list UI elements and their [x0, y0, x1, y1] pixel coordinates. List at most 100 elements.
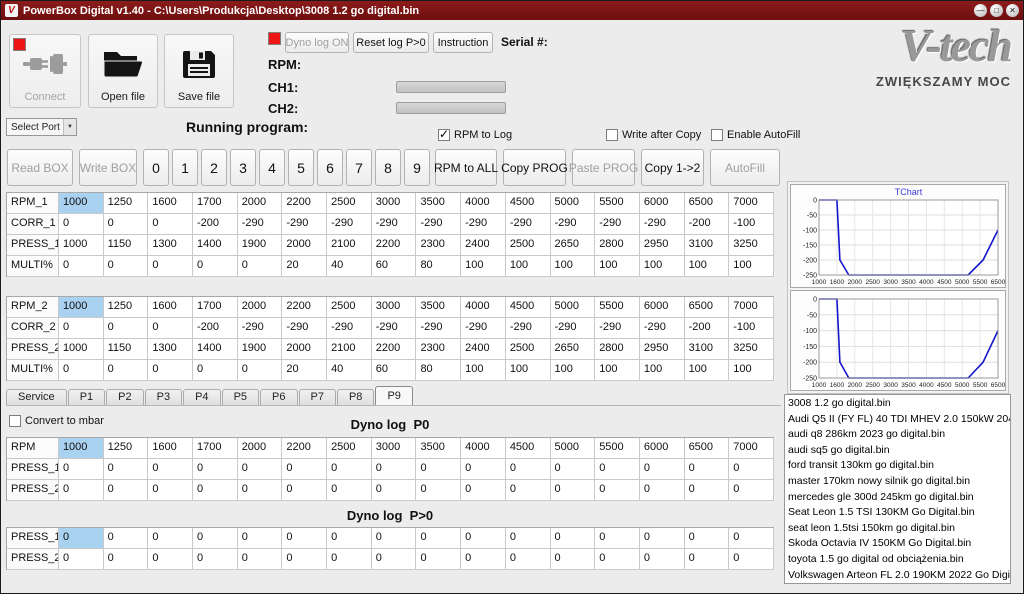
cell-PRESS_2-14[interactable]: 0 — [685, 480, 730, 501]
cell-PRESS_2-8[interactable]: 0 — [416, 480, 461, 501]
copy-prog-button[interactable]: Copy PROG — [503, 149, 566, 186]
cell-PRESS_1-5[interactable]: 0 — [282, 459, 327, 480]
copy-1-2-button[interactable]: Copy 1->2 — [641, 149, 704, 186]
cell-MULTI%-3[interactable]: 0 — [193, 360, 238, 381]
digit-button-1[interactable]: 1 — [172, 149, 198, 186]
cell-MULTI%-14[interactable]: 100 — [685, 256, 730, 277]
tab-p1[interactable]: P1 — [68, 389, 105, 405]
cell-PRESS_2-8[interactable]: 0 — [416, 549, 461, 570]
cell-PRESS_1-7[interactable]: 0 — [372, 459, 417, 480]
cell-RPM_2-0[interactable]: 1000 — [59, 297, 104, 318]
cell-RPM_1-12[interactable]: 5500 — [595, 193, 640, 214]
cell-MULTI%-1[interactable]: 0 — [104, 360, 149, 381]
cell-PRESS_1-11[interactable]: 0 — [551, 459, 596, 480]
digit-button-6[interactable]: 6 — [317, 149, 343, 186]
cell-CORR_1-5[interactable]: -290 — [282, 214, 327, 235]
cell-PRESS_2-13[interactable]: 2950 — [640, 339, 685, 360]
cell-RPM_1-4[interactable]: 2000 — [238, 193, 283, 214]
enable-autofill-checkbox[interactable]: Enable AutoFill — [711, 129, 800, 141]
file-list-item[interactable]: Seat Leon 1.5 TSI 130KM Go Digital.bin — [785, 505, 1010, 521]
cell-MULTI%-2[interactable]: 0 — [148, 256, 193, 277]
maximize-button[interactable]: □ — [990, 4, 1003, 17]
cell-CORR_1-1[interactable]: 0 — [104, 214, 149, 235]
write-after-copy-checkbox[interactable]: Write after Copy — [606, 129, 701, 141]
cell-CORR_1-8[interactable]: -290 — [416, 214, 461, 235]
cell-PRESS_1-2[interactable]: 1300 — [148, 235, 193, 256]
cell-PRESS_2-14[interactable]: 3100 — [685, 339, 730, 360]
cell-PRESS_2-2[interactable]: 0 — [148, 549, 193, 570]
cell-RPM_2-14[interactable]: 6500 — [685, 297, 730, 318]
cell-CORR_2-10[interactable]: -290 — [506, 318, 551, 339]
cell-PRESS_2-12[interactable]: 2800 — [595, 339, 640, 360]
cell-CORR_1-13[interactable]: -290 — [640, 214, 685, 235]
cell-CORR_2-7[interactable]: -290 — [372, 318, 417, 339]
cell-CORR_1-11[interactable]: -290 — [551, 214, 596, 235]
cell-CORR_2-1[interactable]: 0 — [104, 318, 149, 339]
cell-PRESS_2-6[interactable]: 0 — [327, 480, 372, 501]
cell-PRESS_1-10[interactable]: 0 — [506, 528, 551, 549]
digit-button-9[interactable]: 9 — [404, 149, 430, 186]
cell-RPM-1[interactable]: 1250 — [104, 438, 149, 459]
cell-RPM_1-10[interactable]: 4500 — [506, 193, 551, 214]
file-list-item[interactable]: mercedes gle 300d 245km go digital.bin — [785, 490, 1010, 506]
digit-button-8[interactable]: 8 — [375, 149, 401, 186]
cell-PRESS_2-2[interactable]: 1300 — [148, 339, 193, 360]
cell-PRESS_2-1[interactable]: 0 — [104, 549, 149, 570]
connect-button[interactable]: Connect — [9, 34, 81, 108]
cell-PRESS_2-14[interactable]: 0 — [685, 549, 730, 570]
cell-PRESS_2-9[interactable]: 2400 — [461, 339, 506, 360]
cell-PRESS_1-4[interactable]: 1900 — [238, 235, 283, 256]
cell-CORR_1-14[interactable]: -200 — [685, 214, 730, 235]
cell-PRESS_2-3[interactable]: 0 — [193, 549, 238, 570]
cell-PRESS_1-6[interactable]: 2100 — [327, 235, 372, 256]
cell-MULTI%-5[interactable]: 20 — [282, 360, 327, 381]
close-button[interactable]: ✕ — [1006, 4, 1019, 17]
minimize-button[interactable]: — — [974, 4, 987, 17]
cell-CORR_2-12[interactable]: -290 — [595, 318, 640, 339]
cell-PRESS_2-5[interactable]: 0 — [282, 549, 327, 570]
cell-CORR_1-6[interactable]: -290 — [327, 214, 372, 235]
cell-CORR_1-9[interactable]: -290 — [461, 214, 506, 235]
cell-MULTI%-3[interactable]: 0 — [193, 256, 238, 277]
digit-button-5[interactable]: 5 — [288, 149, 314, 186]
cell-MULTI%-11[interactable]: 100 — [551, 360, 596, 381]
cell-RPM-0[interactable]: 1000 — [59, 438, 104, 459]
cell-MULTI%-8[interactable]: 80 — [416, 360, 461, 381]
cell-RPM_1-3[interactable]: 1700 — [193, 193, 238, 214]
rpm-to-all-button[interactable]: RPM to ALL — [435, 149, 497, 186]
tab-p2[interactable]: P2 — [106, 389, 143, 405]
cell-PRESS_1-10[interactable]: 2500 — [506, 235, 551, 256]
cell-PRESS_2-1[interactable]: 1150 — [104, 339, 149, 360]
cell-MULTI%-9[interactable]: 100 — [461, 360, 506, 381]
cell-PRESS_1-6[interactable]: 0 — [327, 459, 372, 480]
cell-MULTI%-2[interactable]: 0 — [148, 360, 193, 381]
cell-PRESS_2-3[interactable]: 1400 — [193, 339, 238, 360]
cell-PRESS_1-0[interactable]: 1000 — [59, 235, 104, 256]
cell-PRESS_1-7[interactable]: 2200 — [372, 235, 417, 256]
cell-RPM_2-2[interactable]: 1600 — [148, 297, 193, 318]
digit-button-3[interactable]: 3 — [230, 149, 256, 186]
cell-PRESS_2-15[interactable]: 0 — [729, 480, 774, 501]
cell-PRESS_2-0[interactable]: 1000 — [59, 339, 104, 360]
cell-PRESS_2-8[interactable]: 2300 — [416, 339, 461, 360]
cell-PRESS_1-1[interactable]: 1150 — [104, 235, 149, 256]
cell-PRESS_2-15[interactable]: 0 — [729, 549, 774, 570]
cell-RPM_2-3[interactable]: 1700 — [193, 297, 238, 318]
cell-PRESS_1-11[interactable]: 0 — [551, 528, 596, 549]
cell-PRESS_2-4[interactable]: 1900 — [238, 339, 283, 360]
file-list-item[interactable]: Volkswagen Arteon FL 2.0 190KM 2022 Go D… — [785, 568, 1010, 584]
tab-p5[interactable]: P5 — [222, 389, 259, 405]
cell-PRESS_1-4[interactable]: 0 — [238, 459, 283, 480]
cell-PRESS_2-13[interactable]: 0 — [640, 480, 685, 501]
cell-PRESS_2-5[interactable]: 0 — [282, 480, 327, 501]
cell-CORR_1-2[interactable]: 0 — [148, 214, 193, 235]
open-file-button[interactable]: Open file — [88, 34, 158, 108]
cell-PRESS_2-15[interactable]: 3250 — [729, 339, 774, 360]
cell-RPM_2-6[interactable]: 2500 — [327, 297, 372, 318]
cell-RPM_1-9[interactable]: 4000 — [461, 193, 506, 214]
paste-prog-button[interactable]: Paste PROG — [572, 149, 635, 186]
cell-RPM-4[interactable]: 2000 — [238, 438, 283, 459]
cell-PRESS_2-11[interactable]: 0 — [551, 549, 596, 570]
cell-MULTI%-6[interactable]: 40 — [327, 360, 372, 381]
cell-PRESS_2-0[interactable]: 0 — [59, 480, 104, 501]
